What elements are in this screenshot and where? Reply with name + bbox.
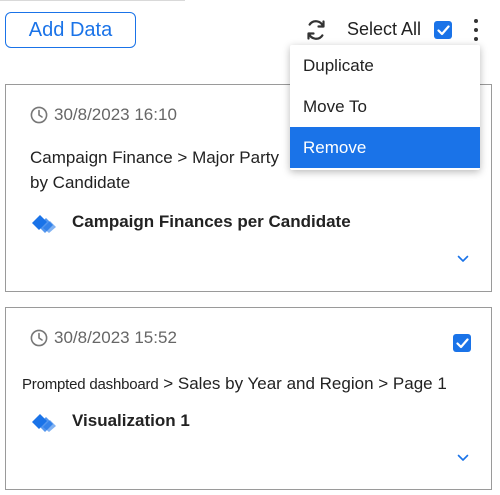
refresh-icon[interactable] [304,18,328,42]
history-card[interactable]: 30/8/2023 15:52 Prompted dashboard > Sal… [5,307,492,490]
add-data-button[interactable]: Add Data [5,12,136,48]
top-divider [0,0,185,1]
path-line: by Candidate [30,173,131,192]
card-path: Prompted dashboard > Sales by Year and R… [22,371,482,397]
menu-item-duplicate[interactable]: Duplicate [290,45,480,86]
path-prefix: Prompted dashboard [22,376,159,393]
timestamp-text: 30/8/2023 15:52 [54,328,177,347]
context-menu: Duplicate Move To Remove [290,45,480,170]
card-item[interactable]: Visualization 1 [30,410,190,432]
visualization-icon [32,215,56,233]
page-root: Add Data Select All 30/8/2023 16:10 Camp… [0,0,500,495]
check-icon [436,24,450,35]
menu-item-remove[interactable]: Remove [290,127,480,168]
visualization-icon [32,414,56,432]
card-item[interactable]: Campaign Finances per Candidate [30,211,351,233]
timestamp-text: 30/8/2023 16:10 [54,105,177,124]
item-title[interactable]: Visualization 1 [72,411,190,431]
select-all-label[interactable]: Select All [347,19,421,40]
card-path: Campaign Finance > Major Party by Candid… [30,145,310,195]
menu-item-move-to[interactable]: Move To [290,86,480,127]
clock-icon [30,106,48,124]
card-timestamp: 30/8/2023 15:52 [30,328,177,348]
chevron-down-icon[interactable] [457,454,469,462]
path-line: Campaign Finance > Major Party [30,148,279,167]
item-title[interactable]: Campaign Finances per Candidate [72,212,351,232]
card-checkbox[interactable] [453,334,471,352]
path-rest: > Sales by Year and Region > Page 1 [158,374,447,393]
more-vertical-icon[interactable] [470,19,482,41]
clock-icon [30,329,48,347]
chevron-down-icon[interactable] [457,255,469,263]
check-icon [455,337,469,348]
select-all-checkbox[interactable] [434,21,452,39]
card-timestamp: 30/8/2023 16:10 [30,105,177,125]
